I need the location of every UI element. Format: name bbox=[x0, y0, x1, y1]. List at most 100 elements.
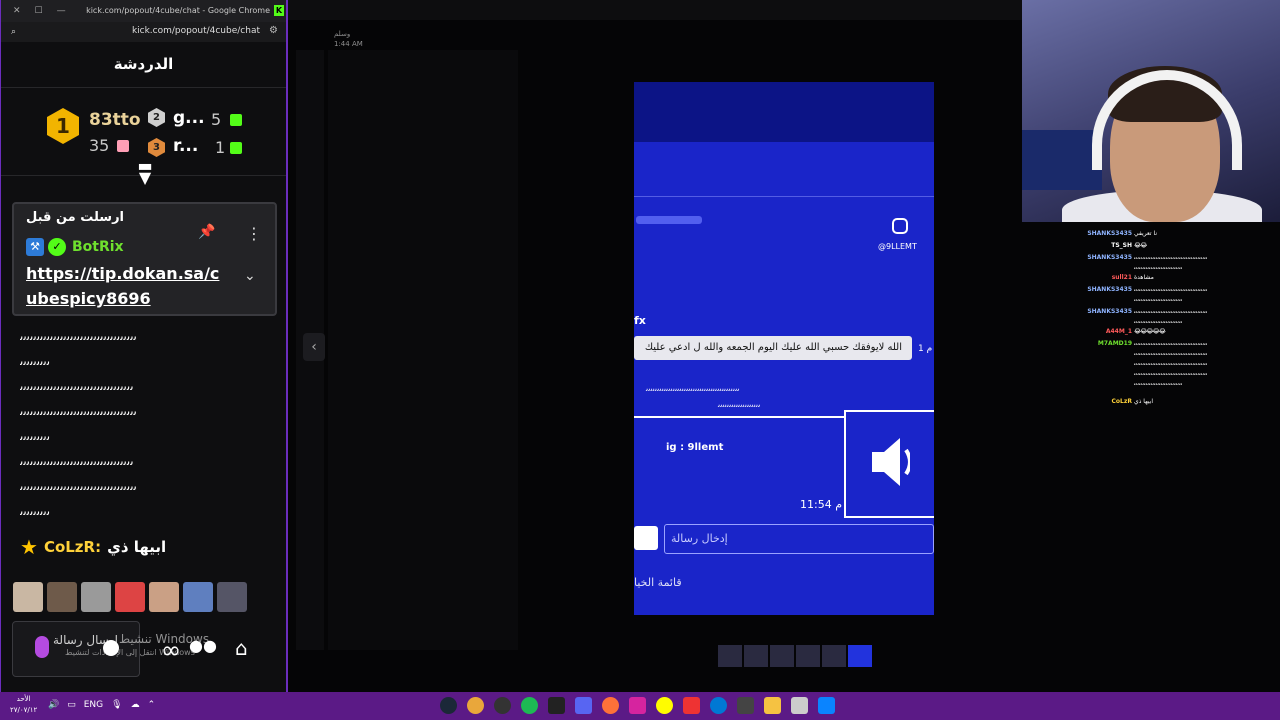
site-settings-icon[interactable]: ⚙ bbox=[269, 25, 278, 36]
terminal-icon[interactable] bbox=[548, 697, 565, 714]
system-tray: 🔊 ▭ ENG 🎙 ☁ ⌃ bbox=[48, 700, 155, 710]
overlay-chat-message: ﯨﯨﯨﯨﯨﯨﯨﯨﯨﯨﯨﯨﯨﯨﯨﯨﯨﯨﯨﯨﯨﯨﯨﯨﯨﯨﯨﯨﯨ bbox=[1134, 380, 1183, 387]
notes-icon[interactable] bbox=[791, 697, 808, 714]
language-indicator[interactable]: ENG bbox=[84, 700, 103, 710]
tray-overflow-icon[interactable]: ⌃ bbox=[148, 700, 156, 710]
thumbnail[interactable] bbox=[744, 645, 768, 667]
background-timestamp: 1:44 AM bbox=[334, 40, 363, 48]
thumbnail[interactable] bbox=[718, 645, 742, 667]
cloud-icon[interactable]: ☁ bbox=[131, 700, 140, 710]
emote[interactable] bbox=[13, 582, 43, 612]
overlay-chat-user: SHANKS3435 bbox=[1087, 230, 1132, 237]
pinned-author: ⚒ ✓ BotRix bbox=[26, 238, 124, 256]
discord-icon[interactable] bbox=[575, 697, 592, 714]
close-window-icon[interactable]: ✕ bbox=[13, 6, 21, 16]
emote[interactable] bbox=[47, 582, 77, 612]
url-text[interactable]: kick.com/popout/4cube/chat bbox=[132, 26, 260, 36]
firefox-icon[interactable] bbox=[602, 697, 619, 714]
overlay-chat-row: sull21 مشاهدة bbox=[1082, 274, 1278, 284]
instagram-app-icon[interactable] bbox=[629, 697, 646, 714]
thumbnail[interactable] bbox=[822, 645, 846, 667]
maximize-window-icon[interactable]: ☐ bbox=[35, 6, 43, 16]
chrome-icon[interactable] bbox=[467, 697, 484, 714]
phone-scribble-text: ﯨﯨﯨﯨﯨﯨﯨﯨﯨﯨﯨﯨﯨﯨﯨﯨﯨﯨﯨ bbox=[718, 400, 761, 409]
snapchat-icon[interactable] bbox=[656, 697, 673, 714]
file-explorer-icon[interactable] bbox=[764, 697, 781, 714]
leaderboard-second-count: 5 bbox=[211, 110, 222, 129]
kick-logo-icon: K bbox=[274, 5, 284, 16]
leaderboard-third-count: 1 bbox=[215, 138, 226, 157]
overlay-chat-user: TS_SH bbox=[1111, 242, 1132, 249]
chat-username[interactable]: CoLzR: bbox=[44, 538, 101, 556]
edge-icon[interactable] bbox=[710, 697, 727, 714]
mic-tray-icon[interactable]: 🎙 bbox=[111, 700, 122, 710]
overlay-chat-message: ﯨﯨﯨﯨﯨﯨﯨﯨﯨﯨﯨﯨﯨﯨﯨﯨﯨﯨﯨﯨﯨﯨﯨﯨﯨﯨﯨﯨﯨﯨﯨﯨﯨﯨﯨﯨﯨﯨﯨﯨ… bbox=[1134, 286, 1208, 293]
instagram-handle: @9LLEMT bbox=[878, 242, 917, 251]
overlay-chat-row: ﯨﯨﯨﯨﯨﯨﯨﯨﯨﯨﯨﯨﯨﯨﯨﯨﯨﯨﯨﯨﯨﯨﯨﯨﯨﯨﯨﯨﯨﯨﯨﯨﯨﯨﯨﯨﯨﯨﯨﯨ… bbox=[1082, 370, 1278, 380]
taskbar-apps bbox=[440, 697, 835, 714]
kick-chat-popout-window: ✕ ☐ — kick.com/popout/4cube/chat - Googl… bbox=[0, 0, 288, 692]
volume-icon[interactable]: 🔊 bbox=[48, 700, 59, 710]
media-icon[interactable] bbox=[737, 697, 754, 714]
left-arrow-icon[interactable]: ‹ bbox=[303, 333, 325, 361]
background-channel-list bbox=[328, 50, 518, 650]
phone-message-bubble: الله لايوفقك حسبي الله عليك اليوم الجمعه… bbox=[634, 336, 912, 360]
thumbnail[interactable] bbox=[770, 645, 794, 667]
overlay-chat-message: ﯨﯨﯨﯨﯨﯨﯨﯨﯨﯨﯨﯨﯨﯨﯨﯨﯨﯨﯨﯨﯨﯨﯨﯨﯨﯨﯨﯨﯨﯨﯨﯨﯨﯨﯨﯨﯨﯨﯨﯨ… bbox=[1134, 308, 1208, 315]
emote[interactable] bbox=[81, 582, 111, 612]
pinned-link[interactable]: https://tip.dokan.sa/cubespicy8696 bbox=[26, 261, 226, 311]
overlay-chat-row: SHANKS3435 ﯨﯨﯨﯨﯨﯨﯨﯨﯨﯨﯨﯨﯨﯨﯨﯨﯨﯨﯨﯨﯨﯨﯨﯨﯨﯨﯨﯨﯨﯨ… bbox=[1082, 308, 1278, 318]
overlay-chat-row: SHANKS3435 نا تعريفي bbox=[1082, 230, 1278, 240]
overlay-chat-row: A44M_1 😂😂😂😂😂 bbox=[1082, 328, 1278, 338]
emote[interactable] bbox=[149, 582, 179, 612]
emote[interactable] bbox=[183, 582, 213, 612]
chevron-down-icon[interactable]: ⌄ bbox=[244, 268, 256, 284]
more-options-icon[interactable]: ⋮ bbox=[246, 224, 262, 243]
leaderboard-third-name[interactable]: r... bbox=[173, 136, 198, 156]
taskbar-clock[interactable]: الأحد ٢٧/٠٧/١٢ bbox=[10, 694, 37, 716]
verified-badge-icon: ✓ bbox=[48, 238, 66, 256]
emote[interactable] bbox=[115, 582, 145, 612]
app-icon[interactable] bbox=[683, 697, 700, 714]
zoom-icon[interactable]: ⌕ bbox=[11, 27, 16, 37]
overlay-chat-message: ﯨﯨﯨﯨﯨﯨﯨﯨﯨﯨﯨﯨﯨﯨﯨﯨﯨﯨﯨﯨﯨﯨﯨﯨﯨﯨﯨﯨﯨ bbox=[1134, 296, 1183, 303]
infinity-icon[interactable]: ∞ bbox=[161, 636, 181, 664]
thumbnail[interactable] bbox=[796, 645, 820, 667]
overlay-chat-user: M7AMD19 bbox=[1097, 340, 1132, 347]
spotify-icon[interactable] bbox=[521, 697, 538, 714]
pinned-message: ارسلت من قبل 📌 ⋮ ⚒ ✓ BotRix https://tip.… bbox=[12, 202, 277, 316]
network-icon[interactable]: ▭ bbox=[67, 700, 76, 710]
emoji-icon[interactable] bbox=[103, 640, 119, 656]
address-bar[interactable]: ⌕ kick.com/popout/4cube/chat ⚙ bbox=[1, 22, 286, 42]
overlay-chat-user: SHANKS3435 bbox=[1087, 308, 1132, 315]
windows-start-icon[interactable] bbox=[818, 697, 835, 714]
leaderboard-second-name[interactable]: g... bbox=[173, 108, 205, 128]
minimize-window-icon[interactable]: — bbox=[57, 6, 66, 16]
phone-scribble-text: ﯨﯨﯨﯨﯨﯨﯨﯨﯨﯨﯨﯨﯨﯨﯨﯨﯨﯨﯨﯨﯨﯨﯨﯨﯨﯨﯨﯨﯨﯨﯨﯨﯨﯨﯨﯨﯨﯨﯨﯨ… bbox=[646, 384, 741, 393]
obs-icon[interactable] bbox=[494, 697, 511, 714]
overlay-chat-row: TS_SH 😂😂 bbox=[1082, 242, 1278, 252]
overlay-chat-row: ﯨﯨﯨﯨﯨﯨﯨﯨﯨﯨﯨﯨﯨﯨﯨﯨﯨﯨﯨﯨﯨﯨﯨﯨﯨﯨﯨﯨﯨﯨﯨﯨﯨﯨﯨﯨﯨﯨﯨﯨ… bbox=[1082, 360, 1278, 370]
steam-icon[interactable] bbox=[440, 697, 457, 714]
speaker-overlay bbox=[844, 410, 934, 518]
overlay-chat-message: نا تعريفي bbox=[1134, 230, 1158, 237]
emote[interactable] bbox=[217, 582, 247, 612]
phone-ig-text: ig : 9llemt bbox=[666, 442, 724, 453]
pinned-author-name[interactable]: BotRix bbox=[72, 239, 124, 255]
apps-icon[interactable]: ●● bbox=[189, 636, 217, 655]
background-title-bar bbox=[288, 0, 1022, 20]
chat-message: ﯨﯨﯨﯨﯨﯨﯨﯨﯨ bbox=[20, 504, 52, 518]
thumbnail-active[interactable] bbox=[848, 645, 872, 667]
leaderboard-first-name[interactable]: 83tto bbox=[89, 110, 141, 130]
chat-message: ﯨﯨﯨﯨﯨﯨﯨﯨﯨﯨﯨﯨﯨﯨﯨﯨﯨﯨﯨﯨﯨﯨﯨﯨﯨﯨﯨﯨﯨﯨﯨﯨﯨﯨ bbox=[20, 454, 135, 468]
overlay-chat-message: ﯨﯨﯨﯨﯨﯨﯨﯨﯨﯨﯨﯨﯨﯨﯨﯨﯨﯨﯨﯨﯨﯨﯨﯨﯨﯨﯨﯨﯨ bbox=[1134, 264, 1183, 271]
store-icon[interactable]: ⌂ bbox=[235, 636, 248, 660]
background-thumbnail-strip bbox=[718, 645, 872, 667]
pin-icon[interactable]: 📌 bbox=[198, 224, 215, 240]
chat-message-text: ابيها ذي bbox=[107, 538, 167, 556]
collapse-leaderboard-icon[interactable]: ▬ ▼ bbox=[135, 158, 155, 186]
background-username: وسلم bbox=[334, 30, 351, 38]
emote-bar bbox=[13, 582, 247, 612]
phone-blurred-bar bbox=[636, 216, 702, 224]
overlay-chat-message: ﯨﯨﯨﯨﯨﯨﯨﯨﯨﯨﯨﯨﯨﯨﯨﯨﯨﯨﯨﯨﯨﯨﯨﯨﯨﯨﯨﯨﯨﯨﯨﯨﯨﯨﯨﯨﯨﯨﯨﯨ… bbox=[1134, 370, 1208, 377]
